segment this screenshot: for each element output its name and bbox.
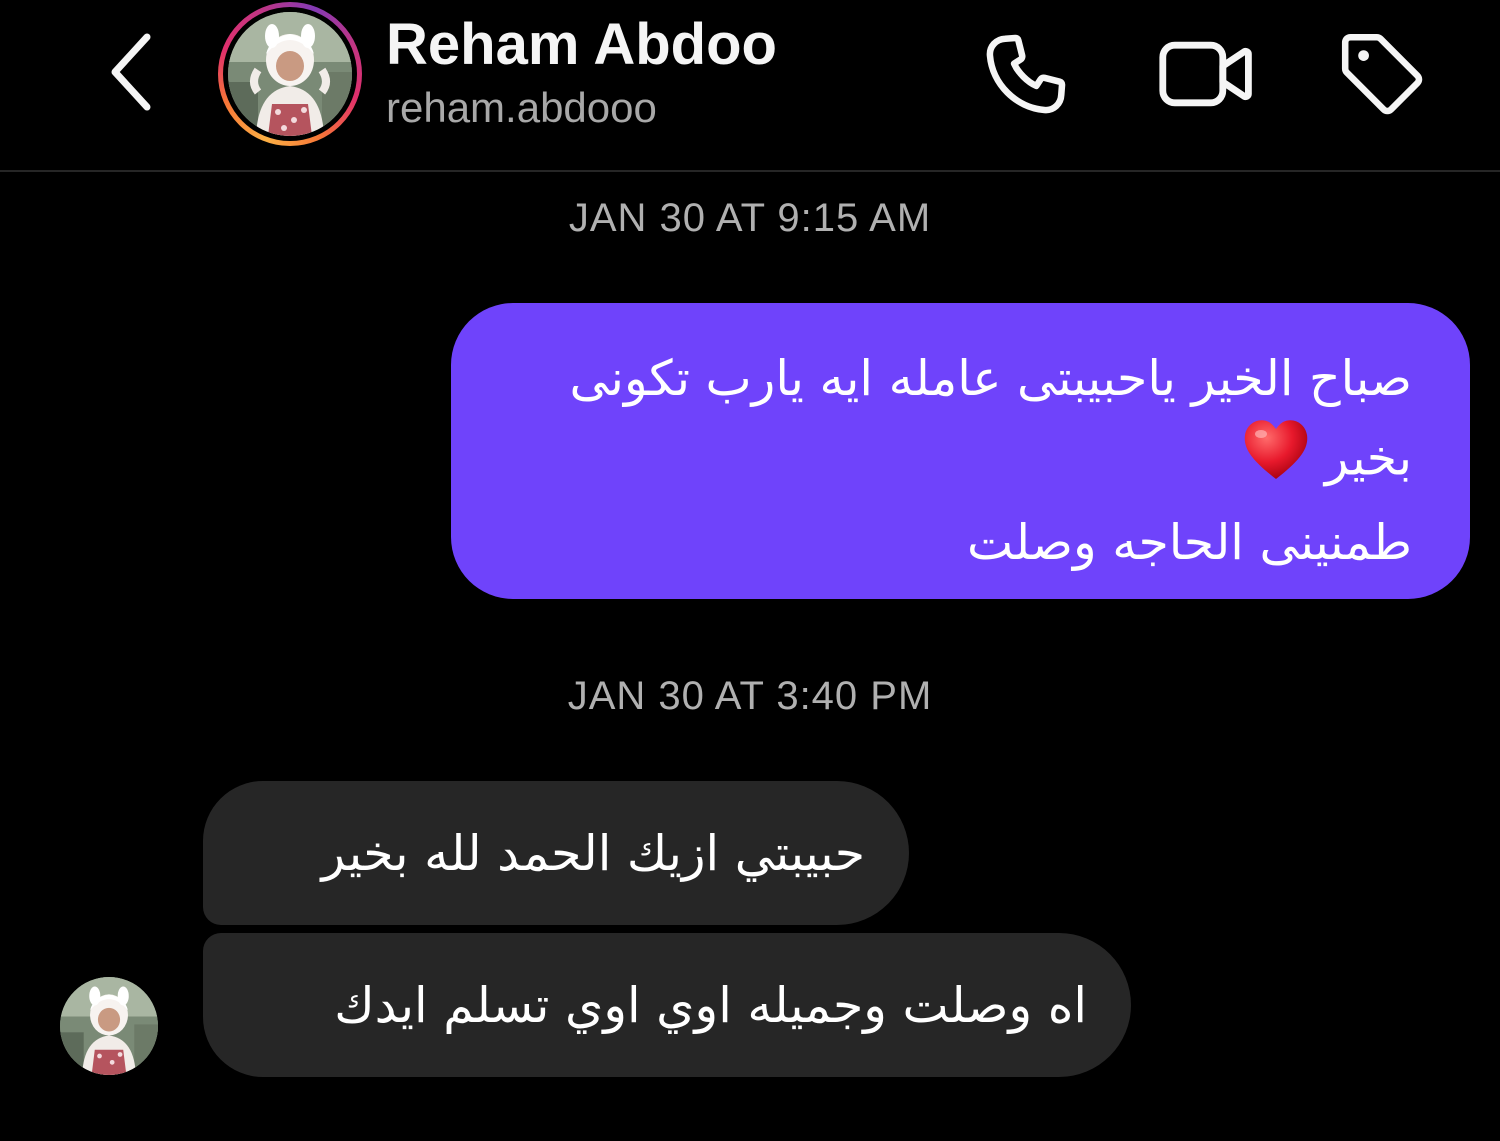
chat-header: Reham Abdoo reham.abdooo xyxy=(0,0,1500,172)
sent-message-line: بخير xyxy=(495,417,1412,505)
back-button[interactable] xyxy=(96,22,166,122)
sent-message-line: طمنينى الحاجه وصلت xyxy=(967,514,1412,571)
video-call-button[interactable] xyxy=(1158,26,1254,122)
sender-avatar[interactable] xyxy=(60,977,158,1075)
call-button[interactable] xyxy=(978,26,1074,122)
avatar-photo xyxy=(228,12,352,136)
red-heart-emoji xyxy=(1241,417,1311,505)
message-timestamp: JAN 30 AT 9:15 AM xyxy=(568,196,932,240)
received-message-bubble[interactable]: حبيبتي ازيك الحمد لله بخير xyxy=(203,781,909,925)
sent-message-line: صباح الخير ياحبيبتى عامله ايه يارب تكونى xyxy=(569,350,1412,407)
contact-names[interactable]: Reham Abdoo reham.abdooo xyxy=(386,10,777,134)
phone-icon xyxy=(986,34,1066,114)
message-timestamp: JAN 30 AT 3:40 PM xyxy=(567,674,933,718)
tag-button[interactable] xyxy=(1334,26,1430,122)
sent-message-text: بخير xyxy=(1324,429,1412,487)
received-message-bubble[interactable]: اه وصلت وجميله اوي اوي تسلم ايدك xyxy=(203,933,1131,1077)
profile-avatar[interactable] xyxy=(218,2,362,146)
contact-display-name: Reham Abdoo xyxy=(386,12,777,77)
tag-icon xyxy=(1341,33,1423,115)
contact-username: reham.abdooo xyxy=(386,84,657,131)
received-message-text: حبيبتي ازيك الحمد لله بخير xyxy=(321,824,865,882)
received-message-text: اه وصلت وجميله اوي اوي تسلم ايدك xyxy=(334,976,1087,1034)
sent-message-bubble[interactable]: صباح الخير ياحبيبتى عامله ايه يارب تكونى… xyxy=(451,303,1470,599)
avatar-ring-gap xyxy=(223,7,357,141)
chevron-left-icon xyxy=(111,33,151,111)
video-camera-icon xyxy=(1159,41,1252,107)
